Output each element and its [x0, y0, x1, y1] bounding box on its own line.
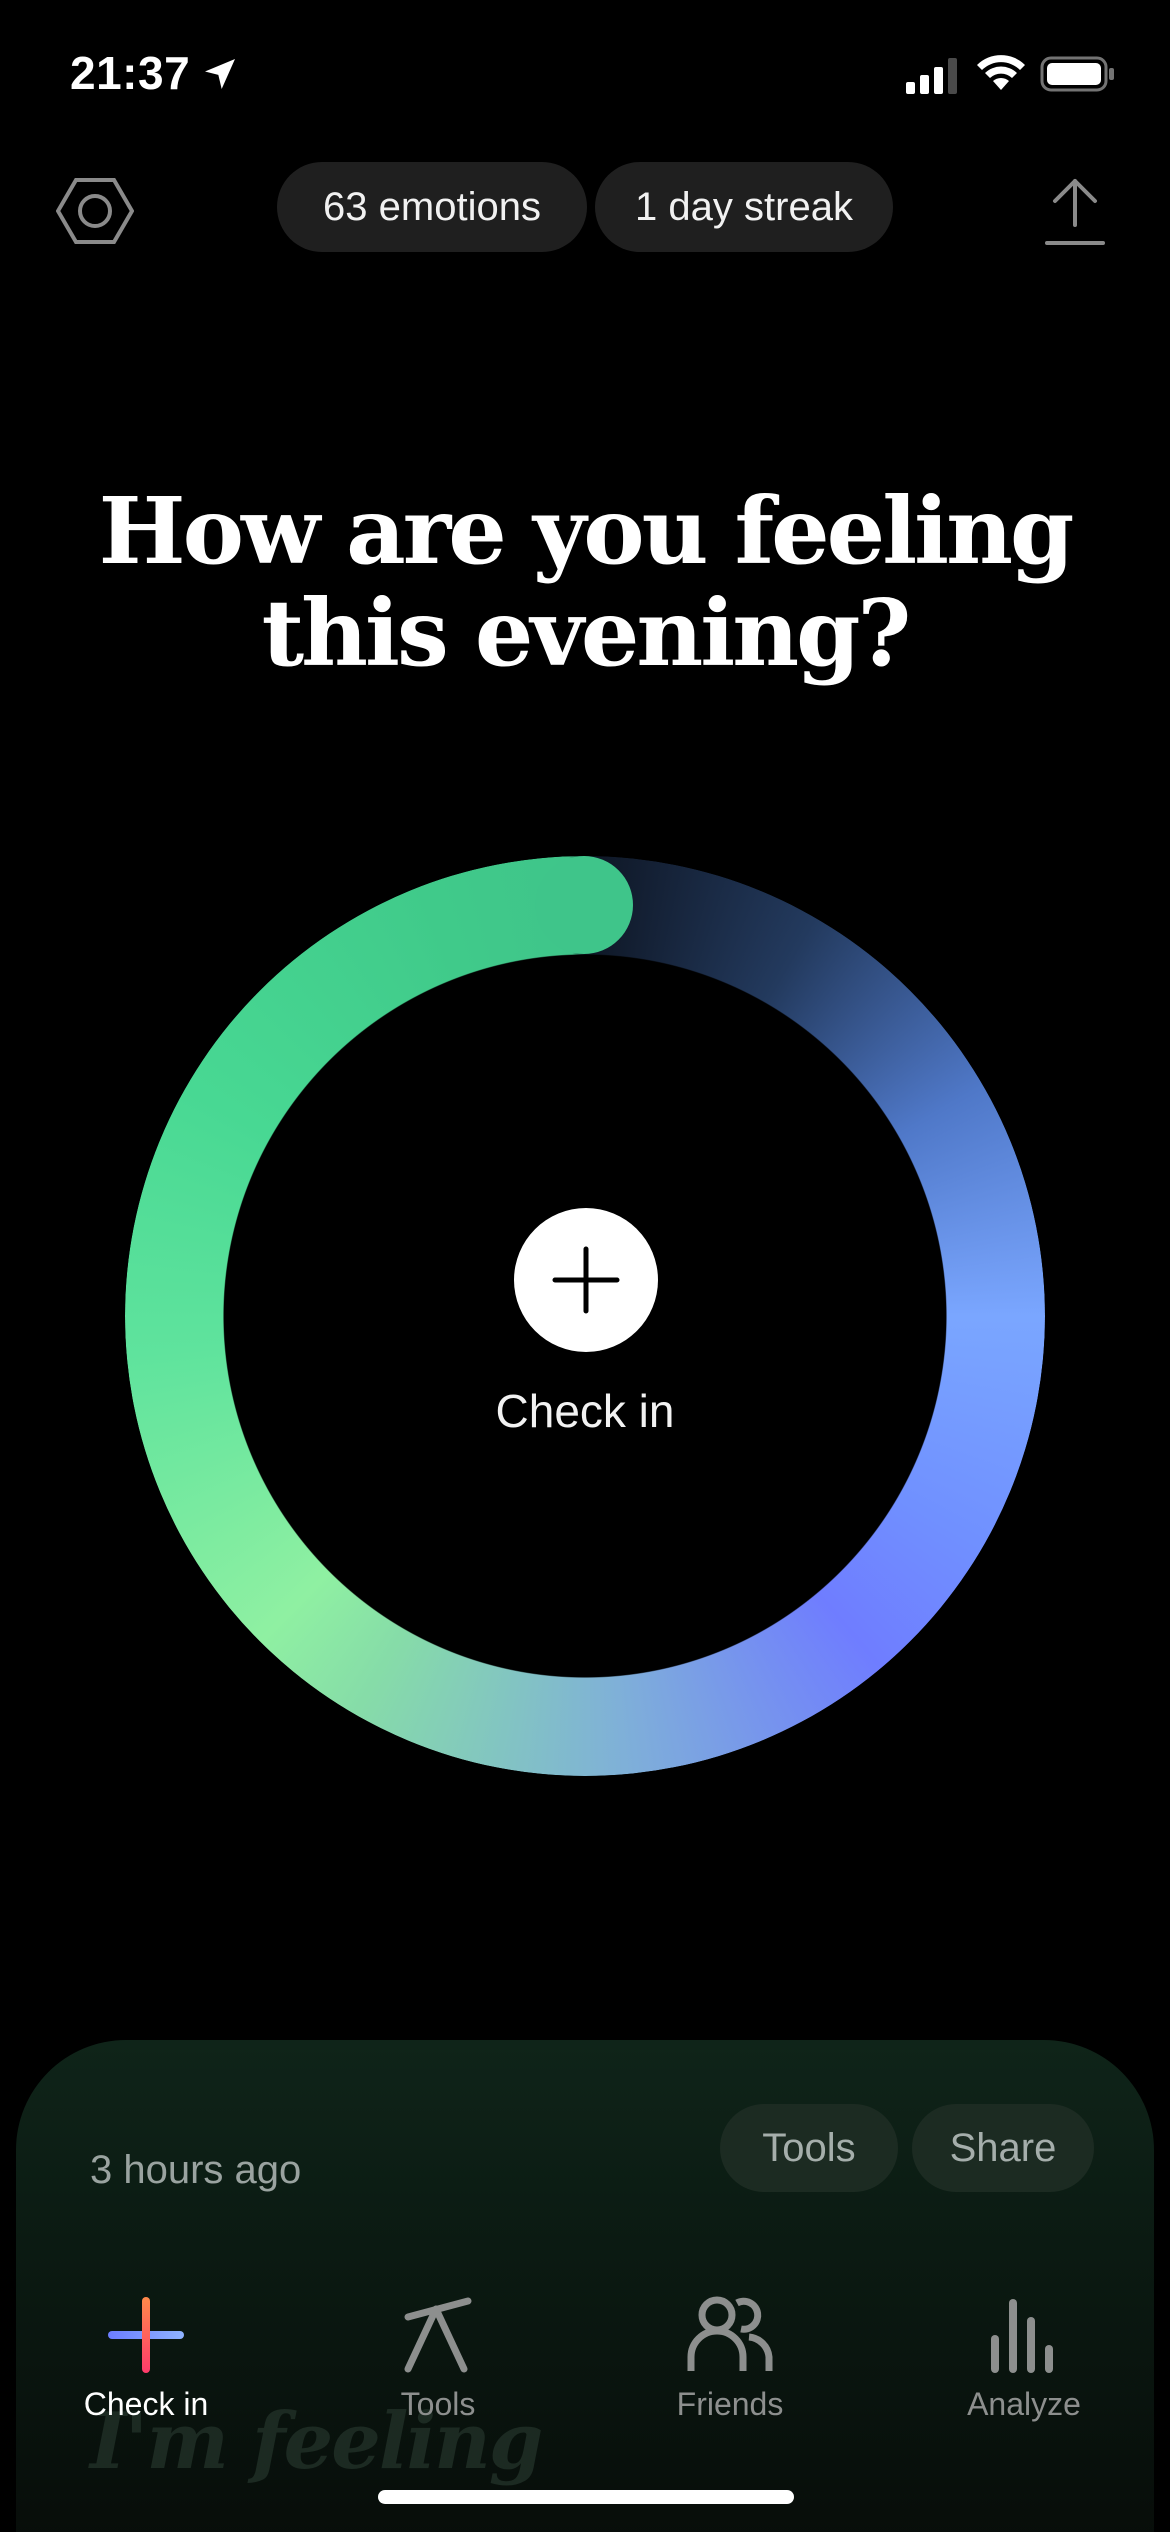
- check-in-label[interactable]: Check in: [0, 1384, 1170, 1438]
- battery-icon: [1040, 56, 1114, 92]
- status-bar: 21:37: [0, 0, 1170, 150]
- emotions-count-pill[interactable]: 63 emotions: [277, 162, 587, 252]
- streak-pill[interactable]: 1 day streak: [595, 162, 893, 252]
- tab-check-in[interactable]: Check in: [36, 2290, 256, 2423]
- title-line-1: How are you feeling: [98, 477, 1075, 585]
- cellular-signal-icon: [906, 58, 957, 94]
- settings-button[interactable]: [50, 166, 140, 256]
- tools-icon: [404, 2297, 472, 2373]
- page-title: How are you feeling this evening?: [0, 480, 1170, 684]
- mood-ring-cap: [535, 856, 633, 954]
- tab-analyze[interactable]: Analyze: [914, 2290, 1134, 2423]
- friends-icon: [687, 2296, 773, 2371]
- plus-icon: [108, 2297, 184, 2373]
- plus-icon: [552, 1246, 620, 1314]
- tab-label: Check in: [83, 2386, 209, 2422]
- wifi-icon: [977, 55, 1025, 90]
- location-arrow-icon: [205, 59, 235, 89]
- check-in-button[interactable]: [514, 1208, 658, 1352]
- tab-label: Tools: [400, 2386, 476, 2422]
- home-indicator[interactable]: [378, 2490, 794, 2504]
- tab-friends[interactable]: Friends: [620, 2290, 840, 2423]
- settings-hexagon-icon: [56, 178, 134, 244]
- card-share-button[interactable]: Share: [912, 2104, 1094, 2192]
- export-button[interactable]: [1030, 166, 1120, 256]
- analyze-icon: [991, 2299, 1053, 2373]
- card-tools-button[interactable]: Tools: [720, 2104, 898, 2192]
- checkin-time-ago: 3 hours ago: [90, 2148, 302, 2192]
- recent-checkin-card[interactable]: 3 hours ago Tools Share I'm feeling: [16, 2040, 1154, 2532]
- status-time: 21:37: [70, 47, 191, 99]
- tab-label: Friends: [676, 2386, 784, 2422]
- tab-label: Analyze: [967, 2386, 1081, 2422]
- upload-icon: [1045, 179, 1105, 245]
- title-line-2: this evening?: [261, 579, 912, 687]
- tab-tools[interactable]: Tools: [328, 2290, 548, 2423]
